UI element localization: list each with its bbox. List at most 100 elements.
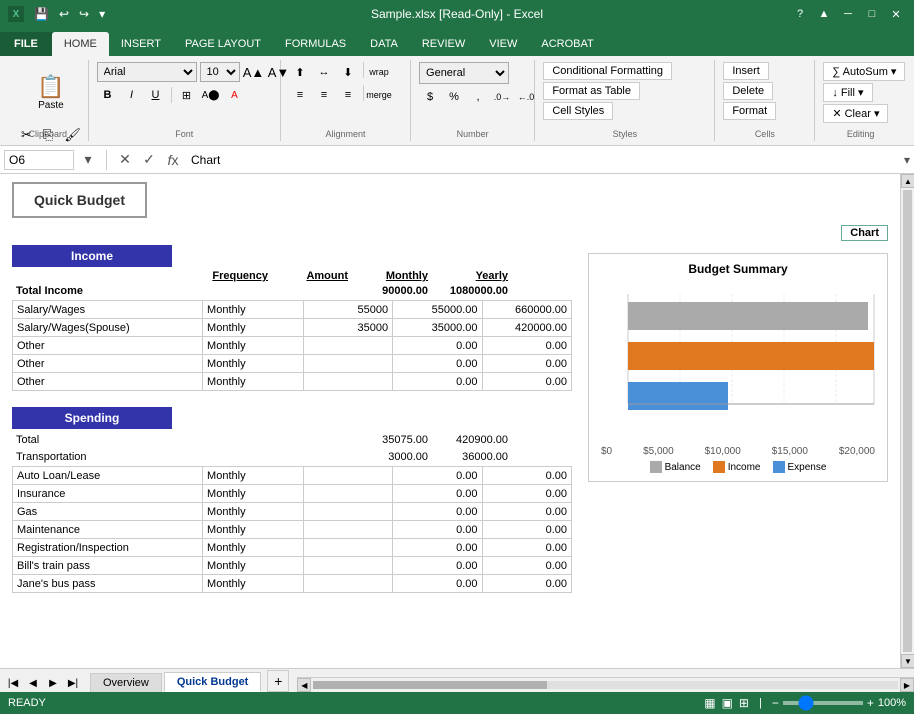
delete-cells-button[interactable]: Delete [723, 82, 773, 100]
transport-row-1-yearly: 0.00 [482, 485, 571, 503]
spending-title: Spending [12, 407, 172, 429]
normal-view-button[interactable]: ▦ [704, 696, 715, 710]
insert-cells-button[interactable]: Insert [723, 62, 769, 80]
chart-label: Chart [841, 225, 888, 241]
border-button[interactable]: ⊞ [176, 85, 198, 105]
align-bottom-button[interactable]: ⬇ [337, 62, 359, 82]
cell-styles-button[interactable]: Cell Styles [543, 102, 613, 120]
sheet-tab-overview[interactable]: Overview [90, 673, 162, 692]
font-size-select[interactable]: 10 [200, 62, 240, 82]
italic-button[interactable]: I [121, 85, 143, 105]
align-top-button[interactable]: ⬆ [289, 62, 311, 82]
formula-dropdown-button[interactable]: ▾ [78, 150, 98, 170]
scroll-thumb[interactable] [903, 190, 912, 652]
income-row-3-yearly: 0.00 [482, 355, 571, 373]
zoom-out-button[interactable]: − [772, 696, 779, 710]
ribbon-toggle[interactable]: ▲ [814, 4, 834, 24]
window-controls: ? ▲ ─ □ ✕ [790, 4, 906, 24]
conditional-formatting-button[interactable]: Conditional Formatting [543, 62, 672, 80]
transport-row-3-freq: Monthly [203, 521, 304, 539]
ribbon-group-editing: ∑ AutoSum ▾ ↓ Fill ▾ ✕ Clear ▾ Editing [815, 60, 906, 141]
scroll-down-button[interactable]: ▼ [901, 654, 914, 668]
maximize-button[interactable]: □ [862, 4, 882, 24]
page-break-view-button[interactable]: ⊞ [739, 696, 749, 710]
underline-button[interactable]: U [145, 85, 167, 105]
merge-button[interactable]: merge [368, 85, 390, 105]
total-income-label: Total Income [12, 283, 182, 299]
increase-font-button[interactable]: A▲ [243, 62, 265, 82]
decrease-decimal-button[interactable]: ←.0 [515, 87, 537, 107]
number-label: Number [411, 129, 534, 139]
comma-button[interactable]: , [467, 87, 489, 107]
increase-decimal-button[interactable]: .0→ [491, 87, 513, 107]
font-name-select[interactable]: Arial [97, 62, 197, 82]
format-as-table-button[interactable]: Format as Table [543, 82, 640, 100]
help-button[interactable]: ? [790, 4, 810, 24]
transport-row-2-amount [303, 503, 392, 521]
tab-view[interactable]: VIEW [477, 32, 529, 56]
h-scroll-track[interactable] [313, 681, 898, 689]
font-color-button[interactable]: A [224, 85, 246, 105]
sheet-tab-quick-budget[interactable]: Quick Budget [164, 672, 262, 692]
tab-next-button[interactable]: ▶ [44, 674, 62, 692]
cell-reference-input[interactable]: O6 [4, 150, 74, 170]
income-col-headers: Frequency Amount Monthly Yearly [12, 270, 572, 282]
confirm-formula-button[interactable]: ✓ [139, 150, 159, 170]
number-format-select[interactable]: General [419, 62, 509, 84]
undo-button[interactable]: ↩ [55, 5, 73, 23]
paste-button[interactable]: 📋 Paste [30, 62, 71, 122]
bold-button[interactable]: B [97, 85, 119, 105]
fill-color-button[interactable]: A⬤ [200, 85, 222, 105]
chart-svg [598, 284, 878, 444]
clear-button[interactable]: ✕ Clear ▾ [823, 104, 888, 123]
fill-button[interactable]: ↓ Fill ▾ [823, 83, 872, 102]
status-text: READY [8, 697, 46, 709]
zoom-slider[interactable] [783, 701, 863, 705]
income-row-2-freq: Monthly [203, 337, 304, 355]
tab-last-button[interactable]: ▶| [64, 674, 82, 692]
scroll-up-button[interactable]: ▲ [901, 174, 914, 188]
total-income-row: Total Income 90000.00 1080000.00 [12, 283, 572, 299]
h-scroll-thumb[interactable] [313, 681, 547, 689]
tab-home[interactable]: HOME [52, 32, 109, 56]
tab-first-button[interactable]: |◀ [4, 674, 22, 692]
legend-expense-color [773, 461, 785, 473]
tab-formulas[interactable]: FORMULAS [273, 32, 358, 56]
x-label-1: $5,000 [643, 446, 674, 457]
cancel-formula-button[interactable]: ✕ [115, 150, 135, 170]
customize-qa-button[interactable]: ▾ [95, 5, 109, 23]
close-button[interactable]: ✕ [886, 4, 906, 24]
tab-page-layout[interactable]: PAGE LAYOUT [173, 32, 273, 56]
transport-row-4-freq: Monthly [203, 539, 304, 557]
tab-prev-button[interactable]: ◀ [24, 674, 42, 692]
currency-button[interactable]: $ [419, 87, 441, 107]
minimize-button[interactable]: ─ [838, 4, 858, 24]
transport-row-5-monthly: 0.00 [393, 557, 482, 575]
percent-button[interactable]: % [443, 87, 465, 107]
tab-file[interactable]: FILE [0, 32, 52, 56]
zoom-control[interactable]: − + 100% [772, 696, 906, 710]
formula-input[interactable] [187, 153, 900, 167]
page-layout-view-button[interactable]: ▣ [722, 696, 733, 710]
tab-insert[interactable]: INSERT [109, 32, 173, 56]
tab-review[interactable]: REVIEW [410, 32, 477, 56]
format-cells-button[interactable]: Format [723, 102, 776, 120]
redo-button[interactable]: ↪ [75, 5, 93, 23]
ribbon-group-number: General $ % , .0→ ←.0 Number [411, 60, 535, 141]
wrap-text-button[interactable]: wrap [368, 62, 390, 82]
align-center-button[interactable]: ≡ [313, 85, 335, 105]
insert-function-button[interactable]: fx [163, 150, 183, 170]
save-button[interactable]: 💾 [30, 5, 53, 23]
transportation-label: Transportation [12, 449, 182, 465]
autosum-button[interactable]: ∑ AutoSum ▾ [823, 62, 905, 81]
zoom-in-button[interactable]: + [867, 696, 874, 710]
formula-expand-button[interactable]: ▾ [904, 153, 910, 167]
tab-acrobat[interactable]: ACROBAT [529, 32, 605, 56]
align-left-button[interactable]: ≡ [289, 85, 311, 105]
tab-data[interactable]: DATA [358, 32, 410, 56]
legend-expense-label: Expense [788, 462, 827, 473]
vertical-scrollbar[interactable]: ▲ ▼ [900, 174, 914, 668]
add-sheet-button[interactable]: + [267, 670, 289, 692]
align-middle-button[interactable]: ↔ [313, 62, 335, 82]
align-right-button[interactable]: ≡ [337, 85, 359, 105]
